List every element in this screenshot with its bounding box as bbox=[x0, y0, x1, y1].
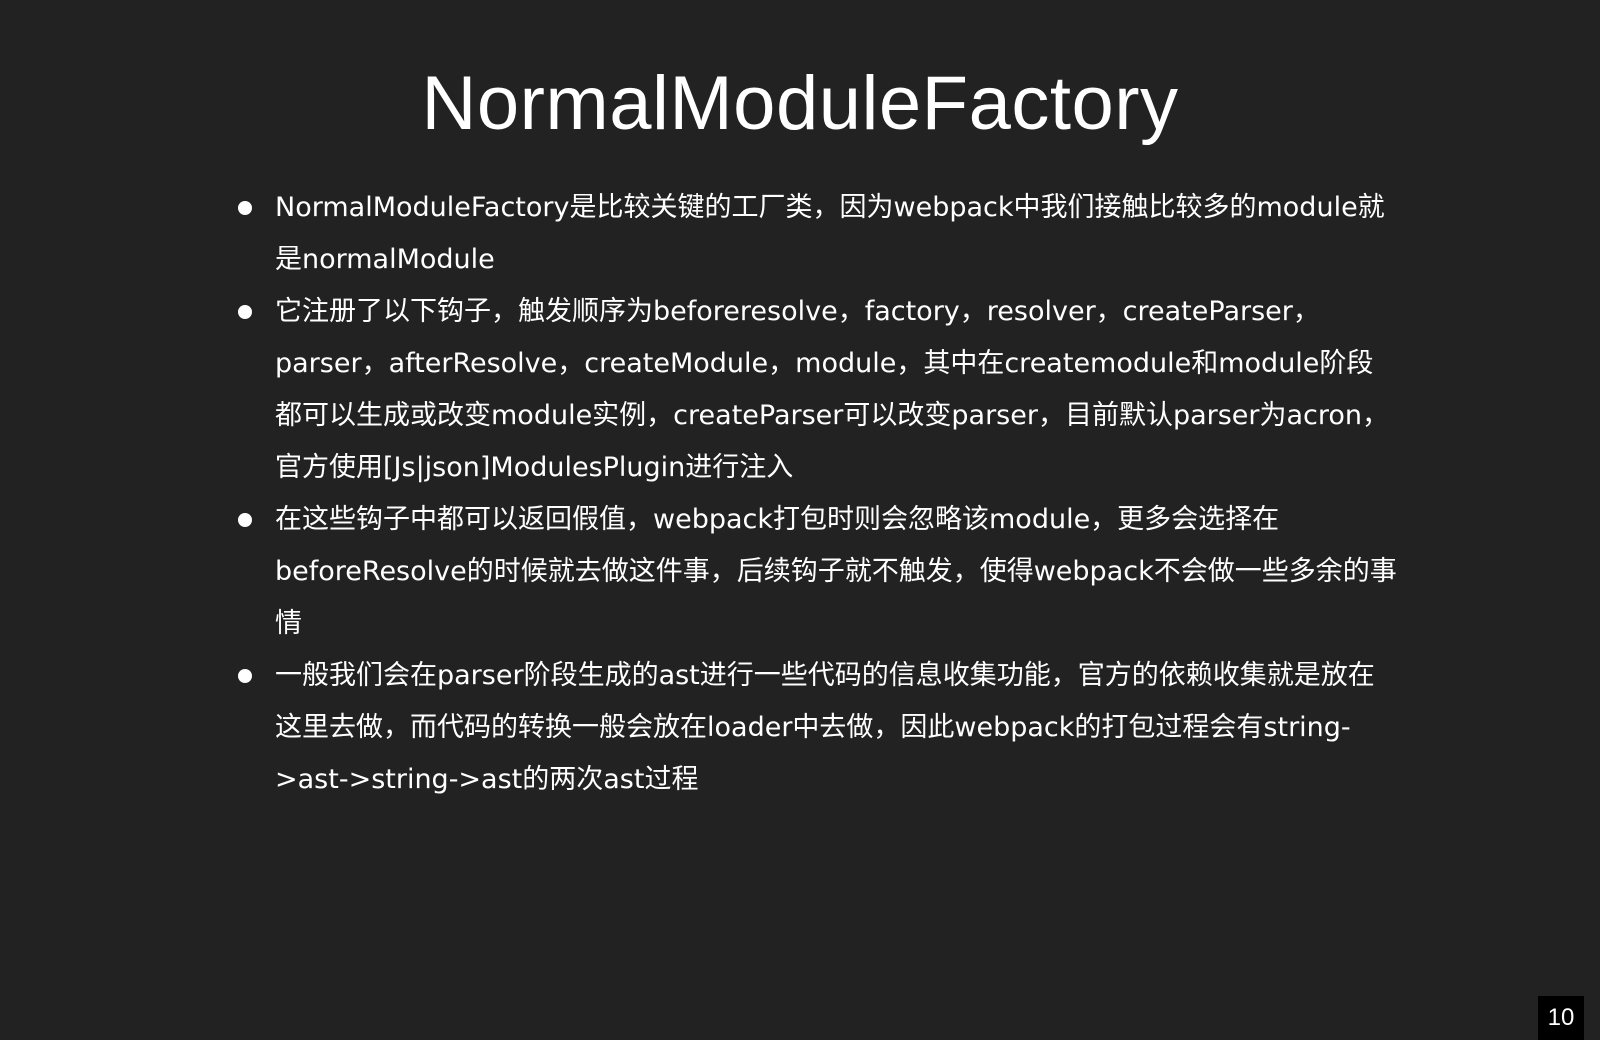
page-number: 10 bbox=[1538, 996, 1584, 1040]
bullet-text: 在这些钩子中都可以返回假值，webpack打包时则会忽略该module，更多会选… bbox=[275, 504, 1397, 639]
bullet-dot-icon bbox=[238, 305, 252, 319]
bullet-dot-icon bbox=[238, 513, 252, 527]
bullet-item: NormalModuleFactory是比较关键的工厂类，因为webpack中我… bbox=[238, 182, 1398, 286]
bullet-dot-icon bbox=[238, 669, 252, 683]
slide-title: NormalModuleFactory bbox=[421, 61, 1179, 146]
bullet-text: 一般我们会在parser阶段生成的ast进行一些代码的信息收集功能，官方的依赖收… bbox=[275, 660, 1375, 795]
bullet-item: 它注册了以下钩子，触发顺序为beforeresolve，factory，reso… bbox=[238, 286, 1398, 494]
bullet-item: 一般我们会在parser阶段生成的ast进行一些代码的信息收集功能，官方的依赖收… bbox=[238, 650, 1398, 806]
slide: NormalModuleFactory NormalModuleFactory是… bbox=[0, 0, 1600, 1040]
bullet-text: 它注册了以下钩子，触发顺序为beforeresolve，factory，reso… bbox=[275, 296, 1390, 483]
bullet-item: 在这些钩子中都可以返回假值，webpack打包时则会忽略该module，更多会选… bbox=[238, 494, 1398, 650]
bullet-dot-icon bbox=[238, 201, 252, 215]
bullet-text: NormalModuleFactory是比较关键的工厂类，因为webpack中我… bbox=[275, 192, 1385, 275]
bullet-list: NormalModuleFactory是比较关键的工厂类，因为webpack中我… bbox=[238, 182, 1398, 806]
